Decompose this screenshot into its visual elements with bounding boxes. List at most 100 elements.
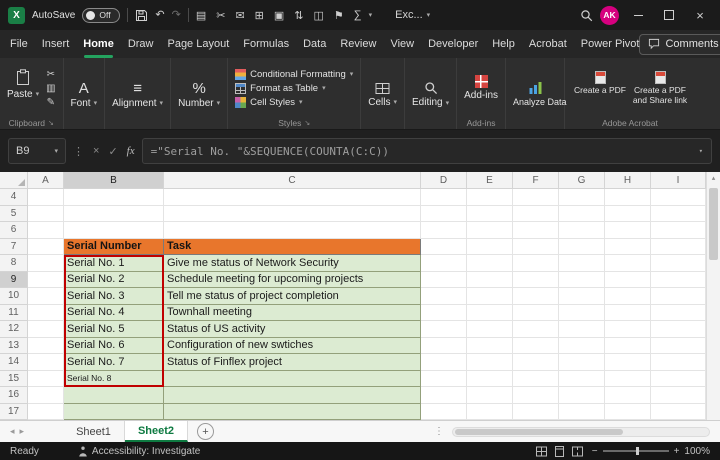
paste-button[interactable]: Paste▾ [7,69,39,100]
cell-G7[interactable] [559,239,605,256]
cell-E17[interactable] [467,404,513,421]
cell-F4[interactable] [513,189,559,206]
horizontal-scrollbar-thumb[interactable] [455,429,623,435]
cell-I14[interactable] [651,354,706,371]
cell-B5[interactable] [64,206,164,223]
cell-C15[interactable] [164,371,421,388]
column-header-F[interactable]: F [513,172,559,189]
accessibility-status[interactable]: Accessibility: Investigate [78,446,200,457]
cell-A13[interactable] [28,338,64,355]
zoom-out-icon[interactable]: − [592,446,598,457]
cell-E13[interactable] [467,338,513,355]
tab-help[interactable]: Help [492,30,515,58]
cell-I16[interactable] [651,387,706,404]
add-sheet-button[interactable]: + [197,423,214,440]
tab-home[interactable]: Home [83,30,114,58]
cell-C8[interactable]: Give me status of Network Security [164,255,421,272]
tab-insert[interactable]: Insert [42,30,70,58]
cell-C17[interactable] [164,404,421,421]
cell-C5[interactable] [164,206,421,223]
cell-D11[interactable] [421,305,467,322]
sheet-tab-sheet1[interactable]: Sheet1 [63,421,125,442]
cell-B15[interactable]: Serial No. 8 [64,371,164,388]
tab-developer[interactable]: Developer [428,30,478,58]
cell-H16[interactable] [605,387,651,404]
search-icon[interactable] [580,9,593,22]
sort-icon[interactable]: ⇅ [294,9,303,22]
print-icon[interactable]: ▣ [274,9,284,22]
column-header-B[interactable]: B [64,172,164,189]
flag-icon[interactable]: ⚑ [334,9,344,22]
cell-F10[interactable] [513,288,559,305]
cell-E5[interactable] [467,206,513,223]
cell-I11[interactable] [651,305,706,322]
cell-B9[interactable]: Serial No. 2 [64,272,164,289]
cell-I9[interactable] [651,272,706,289]
cell-D5[interactable] [421,206,467,223]
page-break-view-icon[interactable] [572,446,583,457]
zoom-in-icon[interactable]: + [674,446,680,457]
cell-I7[interactable] [651,239,706,256]
vertical-scrollbar[interactable]: ▴ [706,172,720,420]
undo-icon[interactable]: ↶ [155,10,164,21]
cell-B14[interactable]: Serial No. 7 [64,354,164,371]
cell-F11[interactable] [513,305,559,322]
row-header-12[interactable]: 12 [0,321,28,338]
cell-styles-button[interactable]: Cell Styles ▾ [235,97,302,108]
cell-F6[interactable] [513,222,559,239]
cell-H11[interactable] [605,305,651,322]
format-painter-icon[interactable]: ✎ [47,97,55,108]
row-header-9[interactable]: 9 [0,272,28,289]
cell-A9[interactable] [28,272,64,289]
cell-D9[interactable] [421,272,467,289]
formula-input[interactable]: ="Serial No. "&SEQUENCE(COUNTA(C:C)) ▾ [142,138,712,164]
cell-B16[interactable] [64,387,164,404]
alignment-button[interactable]: ≡ Alignment▾ [112,81,163,109]
cell-E4[interactable] [467,189,513,206]
cell-F9[interactable] [513,272,559,289]
cell-E14[interactable] [467,354,513,371]
cell-F5[interactable] [513,206,559,223]
cells-button[interactable]: Cells▾ [368,82,397,108]
expand-formula-bar-icon[interactable]: ▾ [699,147,703,155]
cell-C12[interactable]: Status of US activity [164,321,421,338]
cell-H6[interactable] [605,222,651,239]
cut-icon[interactable]: ✂ [216,9,225,22]
cell-I15[interactable] [651,371,706,388]
copy-icon[interactable]: ▥ [46,83,55,94]
cell-I8[interactable] [651,255,706,272]
column-header-H[interactable]: H [605,172,651,189]
column-header-D[interactable]: D [421,172,467,189]
page-layout-view-icon[interactable] [554,446,565,457]
cell-B8[interactable]: Serial No. 1 [64,255,164,272]
mail-icon[interactable]: ✉ [235,9,244,22]
tab-review[interactable]: Review [340,30,376,58]
maximize-button[interactable] [657,0,681,30]
cell-E10[interactable] [467,288,513,305]
cell-I6[interactable] [651,222,706,239]
analyze-data-button[interactable]: Analyze Data [513,81,557,107]
dialog-launcher-icon[interactable]: ↘ [304,119,310,127]
cell-B17[interactable] [64,404,164,421]
cell-D15[interactable] [421,371,467,388]
row-header-14[interactable]: 14 [0,354,28,371]
zoom-level[interactable]: 100% [684,446,710,457]
normal-view-icon[interactable] [536,446,547,457]
cell-B6[interactable] [64,222,164,239]
cell-F15[interactable] [513,371,559,388]
paste-special-icon[interactable]: ▤ [196,9,206,22]
cell-A8[interactable] [28,255,64,272]
editing-button[interactable]: Editing▾ [412,81,449,108]
cell-H9[interactable] [605,272,651,289]
cell-D8[interactable] [421,255,467,272]
cell-F17[interactable] [513,404,559,421]
autosave-toggle[interactable]: Off [82,8,120,23]
cell-F16[interactable] [513,387,559,404]
tab-view[interactable]: View [390,30,414,58]
cell-E7[interactable] [467,239,513,256]
row-header-10[interactable]: 10 [0,288,28,305]
sheet-nav-left-icon[interactable]: ◂ [10,426,15,437]
cell-C16[interactable] [164,387,421,404]
cell-I4[interactable] [651,189,706,206]
cell-D7[interactable] [421,239,467,256]
